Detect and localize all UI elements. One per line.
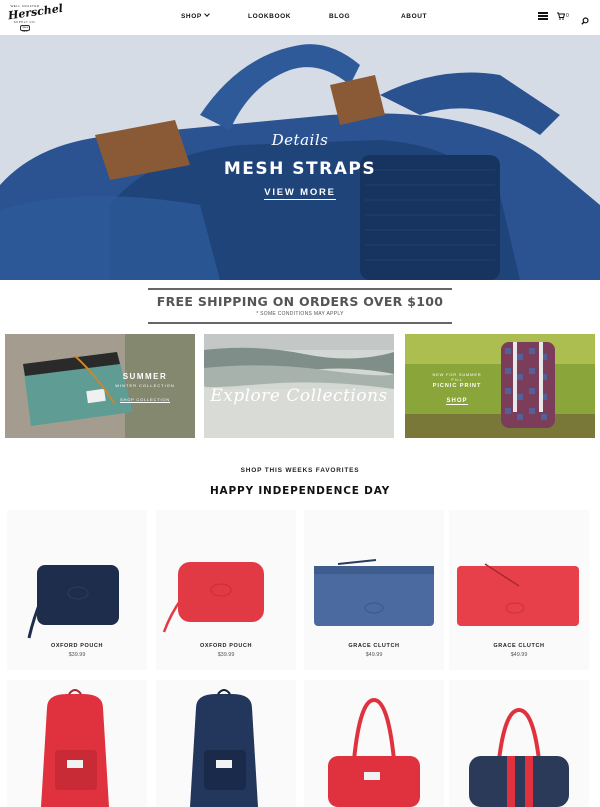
product-card[interactable]: OXFORD POUCH $39.99 — [7, 510, 147, 670]
cart-count: 0 — [566, 13, 569, 19]
hero-view-more-link[interactable]: VIEW MORE — [264, 187, 336, 200]
menu-icon[interactable] — [538, 12, 548, 22]
nav-shop-label: SHOP — [181, 13, 202, 20]
hero-text: Details MESH STRAPS VIEW MORE — [0, 131, 600, 200]
promo-tile-picnic[interactable]: NEW FOR SUMMER FILL PICNIC PRINT SHOP — [405, 334, 595, 438]
product-price: $49.99 — [365, 652, 383, 658]
brand-seal: TRADE MARK — [20, 25, 30, 33]
product-image — [328, 697, 420, 807]
product-image — [314, 559, 434, 626]
product-card[interactable]: OXFORD POUCH $39.99 — [156, 510, 296, 670]
picnic-title: PICNIC PRINT — [432, 383, 482, 389]
picnic-sub: NEW FOR SUMMER FILL — [432, 372, 482, 382]
product-name[interactable]: GRACE CLUTCH — [449, 643, 589, 649]
site-header: WELL CRAFTED Herschel SUPPLY CO. TRADE M… — [0, 0, 600, 35]
nav-lookbook[interactable]: LOOKBOOK — [248, 13, 291, 20]
shipping-note: * SOME CONDITIONS MAY APPLY — [256, 311, 344, 317]
brand-logo[interactable]: WELL CRAFTED Herschel SUPPLY CO. TRADE M… — [7, 2, 64, 33]
section-eyebrow: SHOP THIS WEEKS FAVORITES — [240, 467, 360, 474]
search-icon — [581, 17, 589, 25]
product-name[interactable]: OXFORD POUCH — [7, 643, 147, 649]
product-card[interactable] — [156, 680, 296, 807]
product-price: $49.99 — [510, 652, 528, 658]
product-image — [457, 563, 579, 626]
picnic-shop-link[interactable]: SHOP — [446, 398, 468, 405]
section-title: HAPPY INDEPENDENCE DAY — [209, 485, 391, 497]
product-name[interactable]: GRACE CLUTCH — [304, 643, 444, 649]
cart-button[interactable]: 0 — [557, 12, 571, 22]
promo-tile-summer[interactable]: SUMMER WINTER COLLECTION SHOP COLLECTION — [5, 334, 195, 438]
product-card[interactable] — [304, 680, 444, 807]
product-card[interactable]: GRACE CLUTCH $49.99 — [304, 510, 444, 670]
summer-shop-link[interactable]: SHOP COLLECTION — [120, 397, 170, 403]
nav-about[interactable]: ABOUT — [401, 13, 427, 20]
shipping-banner: FREE SHIPPING ON ORDERS OVER $100 * SOME… — [148, 288, 452, 324]
nav-blog[interactable]: BLOG — [329, 13, 350, 20]
nav-shop[interactable]: SHOP — [181, 11, 210, 20]
shipping-title: FREE SHIPPING ON ORDERS OVER $100 — [156, 294, 444, 309]
product-card[interactable]: GRACE CLUTCH $49.99 — [449, 510, 589, 670]
search-button[interactable] — [581, 12, 589, 25]
banner-rule-bottom — [148, 322, 452, 324]
promo-tile-explore[interactable]: Explore Collections — [204, 334, 394, 438]
explore-collections-label: Explore Collections — [210, 386, 388, 406]
product-price: $39.99 — [217, 652, 235, 658]
banner-rule-top — [148, 288, 452, 290]
hero-title: MESH STRAPS — [223, 159, 377, 179]
summer-label: SUMMER WINTER COLLECTION SHOP COLLECTION — [105, 372, 185, 406]
product-image — [41, 689, 109, 807]
product-name[interactable]: OXFORD POUCH — [156, 643, 296, 649]
hero-banner[interactable]: Details MESH STRAPS VIEW MORE — [0, 35, 600, 280]
picnic-label: NEW FOR SUMMER FILL PICNIC PRINT SHOP — [427, 372, 487, 407]
product-card[interactable] — [7, 680, 147, 807]
product-image — [27, 565, 119, 639]
summer-sub: WINTER COLLECTION — [115, 383, 175, 388]
product-image — [162, 562, 264, 633]
cart-icon — [557, 12, 566, 20]
product-price: $39.99 — [68, 652, 86, 658]
product-image — [190, 689, 258, 807]
hero-script: Details — [271, 131, 329, 149]
summer-title: SUMMER — [122, 372, 168, 381]
product-card[interactable] — [449, 680, 589, 807]
chevron-down-icon — [203, 11, 210, 17]
product-image — [469, 707, 569, 807]
